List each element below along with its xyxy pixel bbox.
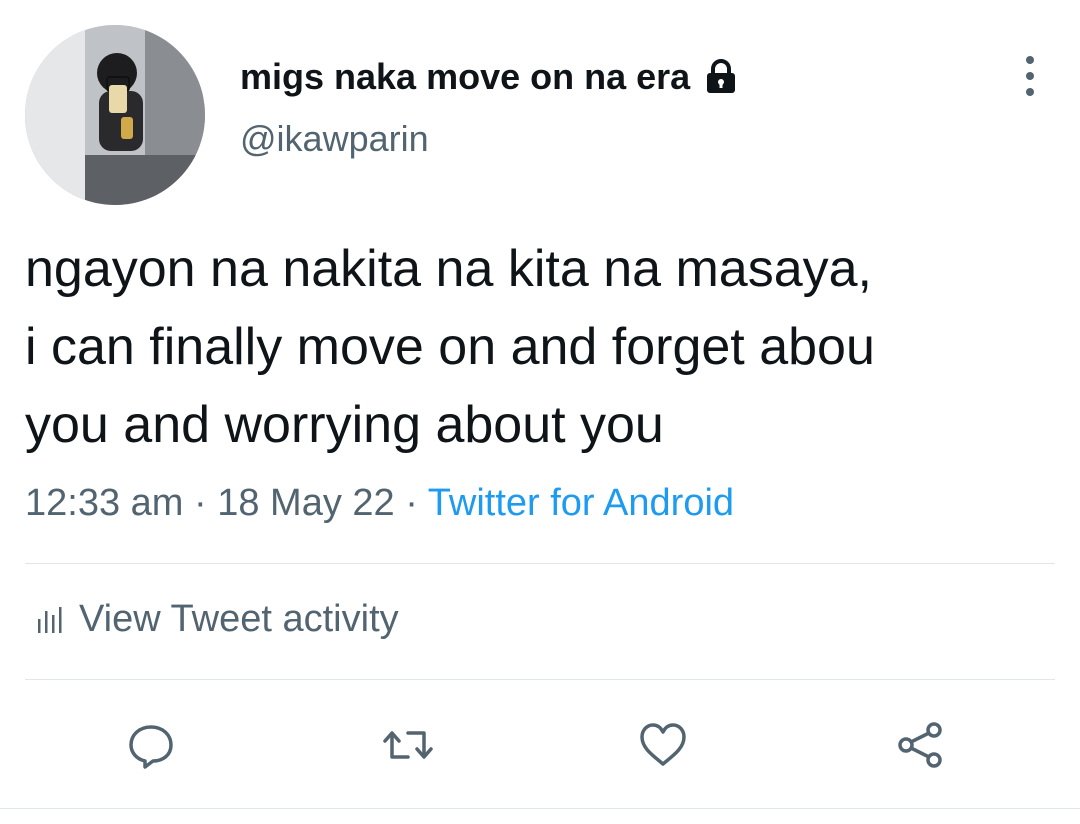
tweet-metadata: 12:33 am · 18 May 22 · Twitter for Andro… (25, 482, 734, 525)
display-name[interactable]: migs naka move on na era (240, 56, 738, 98)
heart-icon (640, 723, 686, 766)
avatar[interactable] (25, 25, 205, 205)
reply-icon (129, 725, 173, 769)
more-dot-icon (1026, 56, 1034, 64)
more-dot-icon (1026, 88, 1034, 96)
reply-button[interactable] (121, 715, 181, 775)
meta-separator: · (405, 482, 418, 524)
more-dot-icon (1026, 72, 1034, 80)
like-button[interactable] (633, 715, 693, 775)
tweet-detail: migs naka move on na era @ikawparin ngay… (0, 0, 1080, 824)
tweet-date[interactable]: 18 May 22 (217, 482, 394, 524)
more-options-button[interactable] (1010, 52, 1050, 100)
tweet-text-line: ngayon na nakita na kita na masaya, (25, 240, 873, 298)
meta-separator: · (194, 482, 207, 524)
tweet-time[interactable]: 12:33 am (25, 482, 183, 524)
tweet-source-link[interactable]: Twitter for Android (428, 482, 734, 524)
tweet-text-line: i can finally move on and forget abou (25, 318, 875, 376)
lock-icon (707, 59, 736, 93)
user-handle[interactable]: @ikawparin (240, 118, 429, 160)
divider (25, 563, 1055, 564)
retweet-button[interactable] (378, 715, 438, 775)
tweet-text-line: you and worrying about you (25, 396, 664, 454)
avatar-photo (25, 25, 205, 205)
divider (25, 679, 1055, 680)
tweet-text: ngayon na nakita na kita na masaya, i ca… (25, 230, 1065, 464)
display-name-text: migs naka move on na era (240, 56, 691, 97)
view-tweet-activity-button[interactable]: View Tweet activity (35, 598, 399, 641)
share-button[interactable] (890, 715, 950, 775)
retweet-icon (383, 731, 433, 759)
share-icon (898, 722, 942, 768)
view-tweet-activity-label: View Tweet activity (79, 598, 399, 640)
bar-chart-icon (38, 606, 62, 633)
divider (0, 808, 1080, 809)
